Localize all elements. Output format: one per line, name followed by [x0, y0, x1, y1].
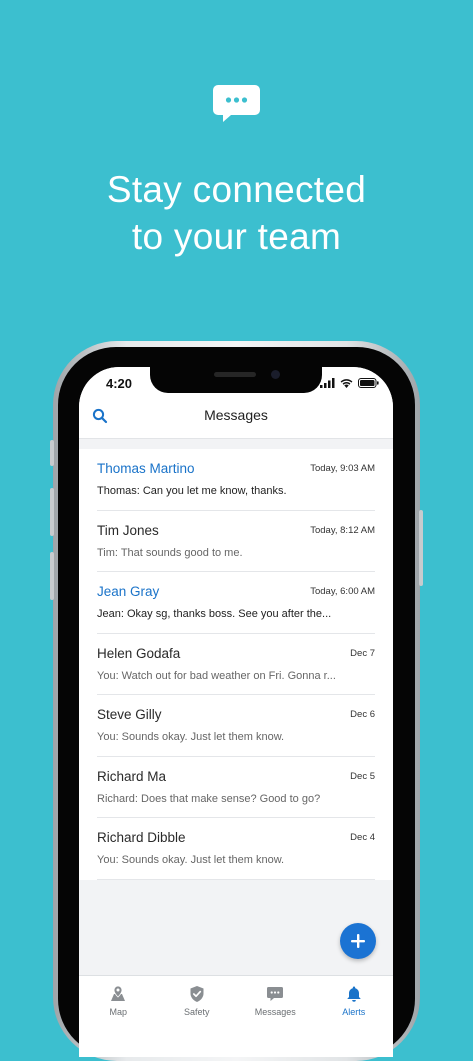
conversation-list: Thomas Martino Today, 9:03 AM Thomas: Can … — [79, 449, 393, 880]
tab-map[interactable]: Map — [79, 976, 158, 1057]
plus-icon — [351, 934, 365, 948]
conversation-row[interactable]: Steve Gilly Dec 6 You: Sounds okay. Just l… — [79, 695, 393, 757]
phone-volume-down-button — [50, 552, 54, 600]
contact-name: Helen Godafa — [97, 645, 181, 661]
phone-screen: 4:20 Messages Thomas Martino Today, 9:03… — [79, 367, 393, 1057]
contact-name: Tim Jones — [97, 522, 159, 538]
signal-icon — [320, 378, 335, 388]
chat-bubble-icon — [213, 85, 260, 122]
message-timestamp: Today, 8:12 AM — [310, 524, 375, 536]
tab-label: Messages — [254, 1007, 296, 1017]
message-preview: Tim: That sounds good to me. — [97, 546, 243, 559]
conversation-row[interactable]: Richard Ma Dec 5 Richard: Does that make s… — [79, 757, 393, 818]
headline-line-1: Stay connected — [106, 169, 367, 210]
map-pin-icon — [111, 985, 126, 1001]
chat-bubble-icon — [267, 987, 284, 1001]
notch — [150, 367, 322, 393]
conversation-row[interactable]: Tim Jones Today, 8:12 AM Tim: That sounds … — [79, 511, 393, 572]
phone-power-button — [419, 510, 423, 586]
bell-icon — [346, 986, 361, 1002]
message-timestamp: Dec 5 — [350, 770, 375, 782]
wifi-icon — [340, 379, 353, 388]
conversation-row[interactable]: Richard Dibble Dec 4 You: Sounds okay. Jus… — [79, 818, 393, 880]
battery-icon — [358, 378, 379, 388]
message-preview: You: Watch out for bad weather on Fri. G… — [97, 669, 336, 682]
phone-side-button — [50, 440, 54, 466]
new-message-button[interactable] — [340, 923, 376, 959]
tab-label: Map — [109, 1007, 127, 1017]
shield-check-icon — [190, 986, 204, 1002]
contact-name: Jean Gray — [97, 584, 160, 599]
speaker-grille — [214, 372, 256, 377]
status-icons — [320, 378, 379, 388]
contact-name: Richard Dibble — [97, 830, 186, 845]
front-camera — [271, 370, 280, 379]
message-preview: Jean: Okay sg, thanks boss. See you afte… — [97, 608, 332, 620]
tab-messages[interactable]: Messages — [236, 976, 315, 1057]
status-time: 4:20 — [106, 376, 133, 391]
phone-volume-up-button — [50, 488, 54, 536]
contact-name: Richard Ma — [97, 768, 167, 784]
conversation-row[interactable]: Thomas Martino Today, 9:03 AM Thomas: Can … — [79, 449, 393, 511]
message-preview: Richard: Does that make sense? Good to g… — [97, 792, 321, 805]
app-header: Messages — [79, 401, 393, 439]
message-timestamp: Today, 6:00 AM — [310, 586, 375, 597]
tab-label: Alerts — [342, 1007, 366, 1017]
message-timestamp: Today, 9:03 AM — [310, 463, 375, 474]
headline-line-2: to your team — [131, 216, 342, 257]
message-timestamp: Dec 4 — [350, 832, 375, 843]
row-divider — [97, 878, 375, 880]
message-preview: You: Sounds okay. Just let them know. — [97, 731, 285, 743]
tab-label: Safety — [183, 1007, 210, 1017]
message-timestamp: Dec 7 — [350, 647, 375, 659]
conversation-row[interactable]: Jean Gray Today, 6:00 AM Jean: Okay sg, th… — [79, 572, 393, 634]
message-timestamp: Dec 6 — [350, 709, 375, 720]
page-title: Messages — [204, 407, 268, 423]
conversation-row[interactable]: Helen Godafa Dec 7 You: Watch out for bad … — [79, 634, 393, 695]
tab-bar: Map Safety Messages Alerts — [79, 975, 393, 1057]
message-preview: Thomas: Can you let me know, thanks. — [97, 485, 287, 497]
contact-name: Thomas Martino — [97, 461, 195, 476]
tab-alerts[interactable]: Alerts — [315, 976, 394, 1057]
promo-headline: Stay connected to your team — [0, 166, 473, 260]
message-preview: You: Sounds okay. Just let them know. — [97, 854, 285, 866]
contact-name: Steve Gilly — [97, 707, 162, 722]
tab-safety[interactable]: Safety — [158, 976, 237, 1057]
